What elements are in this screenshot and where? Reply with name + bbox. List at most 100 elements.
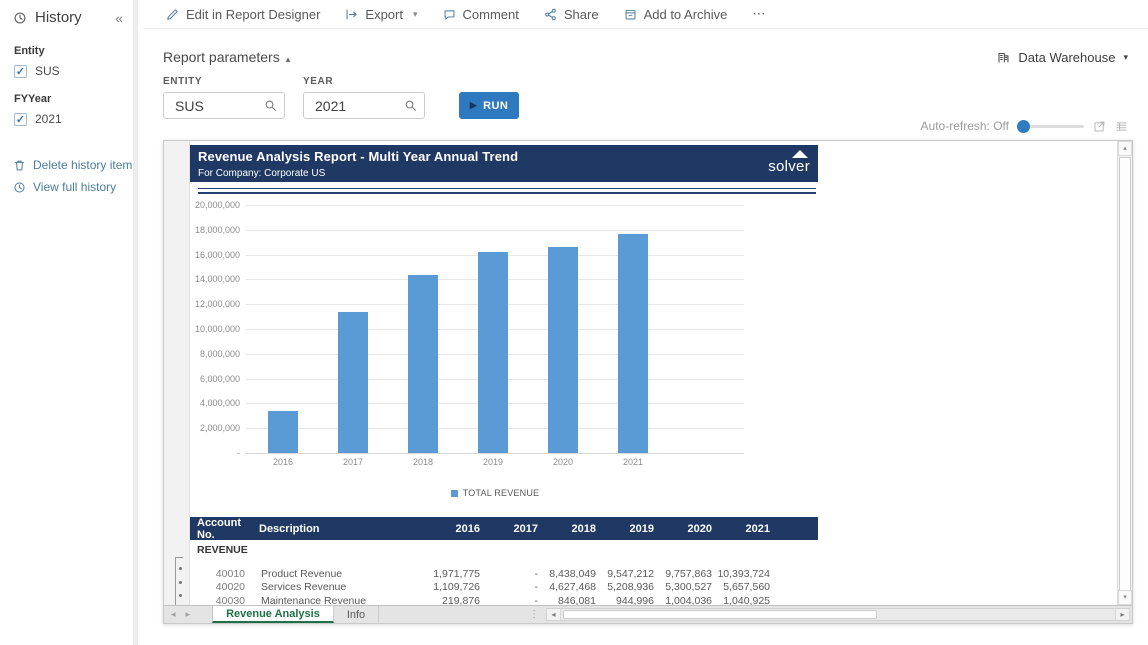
toolbar-share-button[interactable]: Share [544,7,599,22]
app-window: History « Entity✓SUSFYYear✓2021 Delete h… [0,0,1148,645]
gridline [246,453,744,454]
bar-2020[interactable] [548,247,578,453]
vertical-scrollbar[interactable]: ▴ ▾ [1117,141,1132,605]
description-cell: Product Revenue [252,568,422,580]
value-cell: - [480,595,538,605]
solver-logo-text: solver [768,159,810,174]
year-input[interactable] [313,97,397,115]
y-axis-tick-label: 16,000,000 [190,250,240,260]
y-axis-tick-label: 20,000,000 [190,200,240,210]
sheet-nav-next-button[interactable]: ▸ [186,609,191,620]
scroll-up-button[interactable]: ▴ [1118,141,1132,156]
scroll-right-button[interactable]: ▸ [1115,609,1129,620]
toolbar-item-label: Comment [463,7,519,22]
x-axis-tick-label: 2019 [458,457,528,467]
history-sidebar: History « Entity✓SUSFYYear✓2021 Delete h… [0,0,138,645]
checkbox-icon[interactable]: ✓ [14,65,27,78]
scroll-down-button[interactable]: ▾ [1118,590,1132,605]
account-number-cell: 40010 [190,568,252,580]
toolbar-pencil-button[interactable]: Edit in Report Designer [166,7,320,22]
search-icon[interactable] [404,99,417,112]
toolbar-item-label: Share [564,7,599,22]
legend-swatch [451,490,458,497]
bar-2017[interactable] [338,312,368,453]
filter-checkbox-2021[interactable]: ✓2021 [14,112,133,126]
bar-2019[interactable] [478,252,508,453]
toolbar-archive-button[interactable]: Add to Archive [624,7,728,22]
chevron-down-icon: ▾ [413,9,418,20]
toolbar-more-button[interactable]: ⋯ [752,6,765,22]
autorefresh-slider[interactable] [1018,125,1084,128]
x-axis-tick-label: 2016 [248,457,318,467]
description-cell: Maintenance Revenue [252,595,422,605]
bar-2021[interactable] [618,234,648,453]
outline-row-dot [179,594,182,597]
bar-2018[interactable] [408,275,438,453]
value-cell: 1,004,036 [654,595,712,605]
autorefresh-slider-knob[interactable] [1017,120,1030,133]
autorefresh-control: Auto-refresh: Off [921,119,1128,133]
y-axis-tick-label: 14,000,000 [190,274,240,284]
year-lookup [303,92,425,119]
vertical-scrollbar-thumb[interactable] [1119,157,1131,591]
report-parameters-toggle[interactable]: Report parameters▴ [163,49,290,65]
chevron-up-icon: ▴ [286,54,291,64]
run-button[interactable]: ▶ RUN [459,92,519,119]
account-number-cell: 40030 [190,595,252,605]
value-cell: 10,393,724 [712,568,770,580]
horizontal-scrollbar[interactable]: ◂ ▸ [546,608,1130,621]
toolbar-export-button[interactable]: Export▾ [345,7,417,22]
sheet-tab-revenue-analysis[interactable]: Revenue Analysis [212,606,334,623]
bar-2016[interactable] [268,411,298,453]
value-cell: 1,109,726 [422,581,480,593]
value-cell: 1,040,925 [712,595,770,605]
sheet-tab-info[interactable]: Info [334,606,379,623]
table-row-40020: 40020Services Revenue1,109,726-4,627,468… [190,581,818,595]
filter-checkbox-sus[interactable]: ✓SUS [14,64,133,78]
tab-area-splitter[interactable]: ⋮ [529,606,539,623]
value-cell: 9,547,212 [596,568,654,580]
y-axis-tick-label: 10,000,000 [190,324,240,334]
sheet-tabs: Revenue AnalysisInfo [212,606,379,623]
report-subtitle: For Company: Corporate US [198,168,810,179]
entity-lookup [163,92,285,119]
table-header-2021: 2021 [712,523,770,535]
archive-icon [624,8,637,21]
revenue-table: Account No.Description201620172018201920… [190,517,818,605]
entity-input[interactable] [173,97,257,115]
y-axis-tick-label: 4,000,000 [190,398,240,408]
horizontal-scrollbar-thumb[interactable] [563,610,877,619]
share-icon [544,8,557,21]
entity-field-label: ENTITY [163,76,285,87]
y-axis-tick-label: 2,000,000 [190,423,240,433]
solver-logo-mountain-icon [792,150,808,158]
view-full-history-link[interactable]: View full history [13,180,133,194]
solver-logo: solver [768,148,810,174]
comment-icon [443,8,456,21]
y-axis-tick-label: 8,000,000 [190,349,240,359]
grid-view-icon[interactable] [1115,120,1128,133]
collapse-sidebar-button[interactable]: « [113,10,125,26]
export-icon [345,8,358,21]
history-filters: Entity✓SUSFYYear✓2021 [0,45,133,126]
scroll-left-button[interactable]: ◂ [547,609,561,620]
y-axis-tick-label: - [190,448,240,458]
y-axis-tick-label: 6,000,000 [190,374,240,384]
table-body: 40010Product Revenue1,971,775-8,438,0499… [190,567,818,605]
outline-row-dot [179,581,182,584]
search-icon[interactable] [264,99,277,112]
delete-history-item-link[interactable]: Delete history item [13,158,133,172]
value-cell: 846,081 [538,595,596,605]
x-axis-tick-label: 2017 [318,457,388,467]
filter-group-label: FYYear [14,93,133,105]
datasource-dropdown[interactable]: Data Warehouse ▾ [997,50,1128,65]
y-axis-tick-label: 12,000,000 [190,299,240,309]
checkbox-icon[interactable]: ✓ [14,113,27,126]
table-header-2020: 2020 [654,523,712,535]
sheet-nav-prev-button[interactable]: ◂ [171,609,176,620]
popout-icon[interactable] [1093,120,1106,133]
y-axis-tick-label: 18,000,000 [190,225,240,235]
toolbar-comment-button[interactable]: Comment [443,7,519,22]
account-number-cell: 40020 [190,581,252,593]
header-divider-rule [198,188,816,194]
